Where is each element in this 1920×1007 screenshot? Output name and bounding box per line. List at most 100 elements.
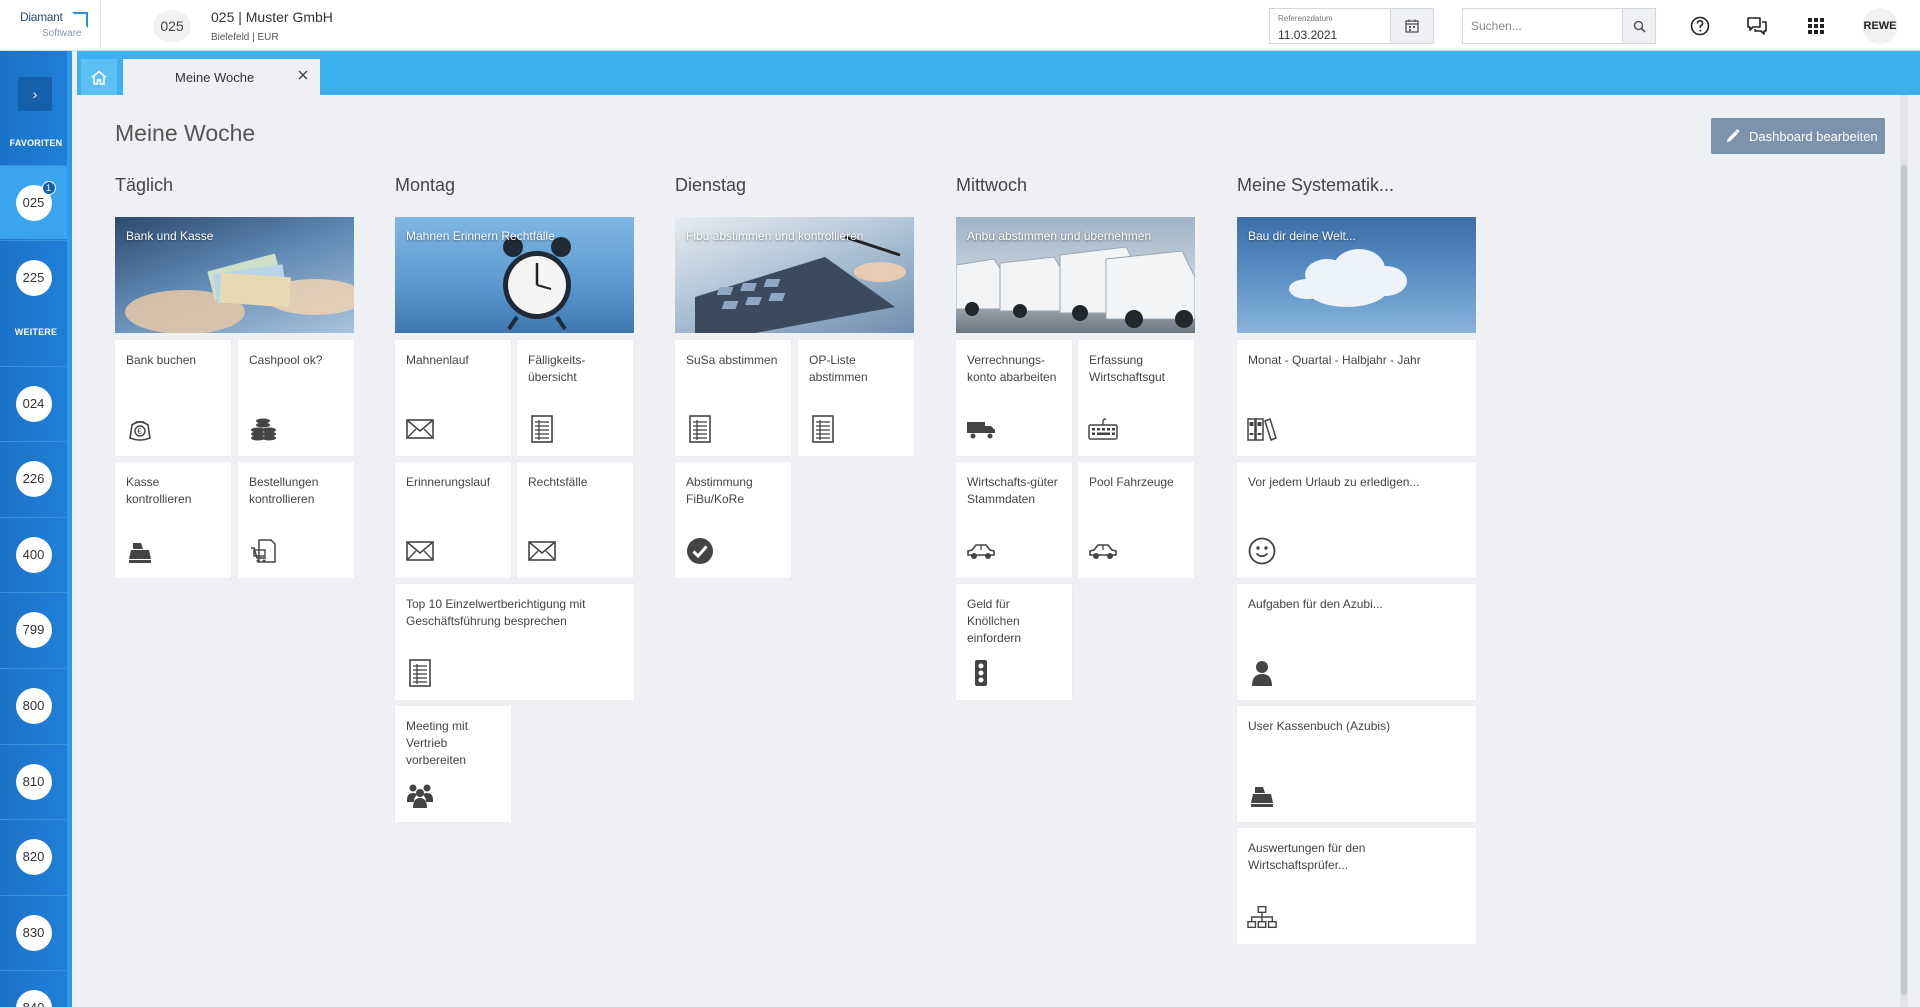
reference-date-field[interactable]: Referenzdatum 11.03.2021 [1269,8,1434,44]
tile-geld-fuer-knoellchen[interactable]: Geld für Knöllchen einfordern [956,584,1072,700]
scrollbar-thumb[interactable] [1901,165,1907,995]
tile-aufgaben-azubi[interactable]: Aufgaben für den Azubi... [1237,584,1476,700]
apps-grid-icon[interactable] [1803,13,1829,39]
client-location-currency: Bielefeld | EUR [211,32,279,43]
tile-verrechnungskonto[interactable]: Verrechnungs-konto abarbeiten [956,340,1072,456]
sidebar: › FAVORITEN 025 1 225 WEITERE 024 226 40… [0,51,72,1007]
column-title-taeglich: Täglich [115,175,174,195]
sidebar-item-400[interactable]: 400 [0,517,67,591]
coins-stack-icon [248,414,278,444]
tile-label: Auswertungen für den Wirtschaftsprüfer..… [1248,841,1366,872]
sidebar-item-799[interactable]: 799 [0,592,67,666]
tile-faelligkeitsuebersicht[interactable]: Fälligkeits-übersicht [517,340,633,456]
tile-label: Fälligkeits-übersicht [528,353,586,384]
tile-abstimmung-fibu-kore[interactable]: Abstimmung FiBu/KoRe [675,462,791,578]
cash-register-icon [1247,780,1277,810]
sidebar-item-800[interactable]: 800 [0,668,67,742]
sidebar-item-025[interactable]: 025 1 [0,165,67,239]
tile-mahnenlauf[interactable]: Mahnenlauf [395,340,511,456]
banner-title: Fibu abstimmen und kontrollieren [686,229,864,243]
edit-dashboard-button[interactable]: Dashboard bearbeiten [1711,118,1885,154]
order-cart-icon [248,536,278,566]
svg-text:€: € [137,427,142,436]
client-number-badge[interactable]: 025 [153,10,191,42]
sidebar-item-226[interactable]: 226 [0,441,67,515]
home-icon[interactable] [81,59,117,95]
sidebar-item-830[interactable]: 830 [0,895,67,969]
reference-date-label: Referenzdatum [1278,14,1333,23]
sidebar-item-840[interactable]: 840 [0,970,67,1007]
calendar-icon[interactable] [1390,8,1434,44]
tile-auswertungen-wirtschaftspruefer[interactable]: Auswertungen für den Wirtschaftsprüfer..… [1237,828,1476,944]
sidebar-expand-chevron-icon[interactable]: › [18,77,52,111]
tile-op-liste-abstimmen[interactable]: OP-Liste abstimmen [798,340,914,456]
client-circle: 024 [15,385,52,422]
sidebar-item-810[interactable]: 810 [0,744,67,818]
tile-label: SuSa abstimmen [686,353,778,367]
sidebar-item-024[interactable]: 024 [0,366,67,440]
tile-cashpool[interactable]: Cashpool ok? [238,340,354,456]
tile-label: Top 10 Einzelwertberichtigung mit Geschä… [406,597,586,628]
user-avatar[interactable]: REWE [1862,8,1898,44]
search-input[interactable] [1463,9,1623,43]
client-circle: 810 [15,763,52,800]
chat-icon[interactable] [1744,13,1770,39]
tile-pool-fahrzeuge[interactable]: Pool Fahrzeuge [1078,462,1194,578]
tile-susa-abstimmen[interactable]: SuSa abstimmen [675,340,791,456]
banner-title: Anbu abstimmen und übernehmen [967,229,1152,243]
banner-title: Bau dir deine Welt... [1248,229,1356,243]
tile-erinnerungslauf[interactable]: Erinnerungslauf [395,462,511,578]
tile-label: Erfassung Wirtschaftsgut [1089,353,1166,384]
banner-anbu[interactable]: Anbu abstimmen und übernehmen [956,217,1195,333]
client-number: 025 [22,195,45,210]
tile-label: Erinnerungslauf [406,475,491,489]
banner-bank-und-kasse[interactable]: Bank und Kasse [115,217,354,333]
keyboard-icon [1088,414,1118,444]
binders-icon [1247,414,1277,444]
tile-bestellungen-kontrollieren[interactable]: Bestellungen kontrollieren [238,462,354,578]
close-icon[interactable] [294,66,312,84]
tile-label: Abstimmung FiBu/KoRe [686,475,753,506]
tile-label: Vor jedem Urlaub zu erledigen... [1248,475,1420,489]
reference-date-value[interactable]: 11.03.2021 [1278,28,1337,42]
page-title: Meine Woche [115,120,256,146]
help-icon[interactable] [1687,13,1713,39]
tile-erfassung-wirtschaftsgut[interactable]: Erfassung Wirtschaftsgut [1078,340,1194,456]
tile-label: Bestellungen kontrollieren [249,475,319,506]
tile-rechtsfaelle[interactable]: Rechtsfälle [517,462,633,578]
banner-title: Bank und Kasse [126,229,214,243]
tile-vor-jedem-urlaub[interactable]: Vor jedem Urlaub zu erledigen... [1237,462,1476,578]
client-circle: 025 1 [15,180,56,221]
tile-meeting-vertrieb[interactable]: Meeting mit Vertrieb vorbereiten [395,706,511,822]
tile-label: Aufgaben für den Azubi... [1248,597,1383,611]
banner-fibu[interactable]: Fibu abstimmen und kontrollieren [675,217,914,333]
tab-meine-woche[interactable]: Meine Woche [123,59,320,95]
sidebar-section-favorites: FAVORITEN [9,138,63,148]
user-person-icon [1247,658,1277,688]
header-divider [100,0,101,51]
banner-mahnen[interactable]: Mahnen Erinnern Rechtfälle [395,217,634,333]
tile-label: Bank buchen [126,353,197,367]
tile-label: User Kassenbuch (Azubis) [1248,719,1391,733]
document-list-icon [808,414,838,444]
client-circle: 226 [15,460,52,497]
tile-label: Kasse kontrollieren [126,475,192,506]
tile-label: Monat - Quartal - Halbjahr - Jahr [1248,353,1421,367]
diamant-logo[interactable]: Diamant Software [20,10,92,44]
banner-bau-dir-deine-welt[interactable]: Bau dir deine Welt... [1237,217,1476,333]
document-list-icon [527,414,557,444]
sidebar-item-225[interactable]: 225 [0,240,67,314]
search-icon[interactable] [1622,8,1656,44]
tile-wirtschaftsgueter-stammdaten[interactable]: Wirtschafts-güter Stammdaten [956,462,1072,578]
money-bag-icon: € [125,414,155,444]
tile-top10-einzelwertberichtigung[interactable]: Top 10 Einzelwertberichtigung mit Geschä… [395,584,634,700]
sidebar-item-820[interactable]: 820 [0,819,67,893]
envelope-icon [405,536,435,566]
people-group-icon [405,780,435,810]
tile-user-kassenbuch[interactable]: User Kassenbuch (Azubis) [1237,706,1476,822]
traffic-light-icon [966,658,996,688]
tile-monat-quartal-halbjahr-jahr[interactable]: Monat - Quartal - Halbjahr - Jahr [1237,340,1476,456]
tile-kasse-kontrollieren[interactable]: Kasse kontrollieren [115,462,231,578]
tile-label: Rechtsfälle [528,475,588,489]
tile-bank-buchen[interactable]: Bank buchen € [115,340,231,456]
